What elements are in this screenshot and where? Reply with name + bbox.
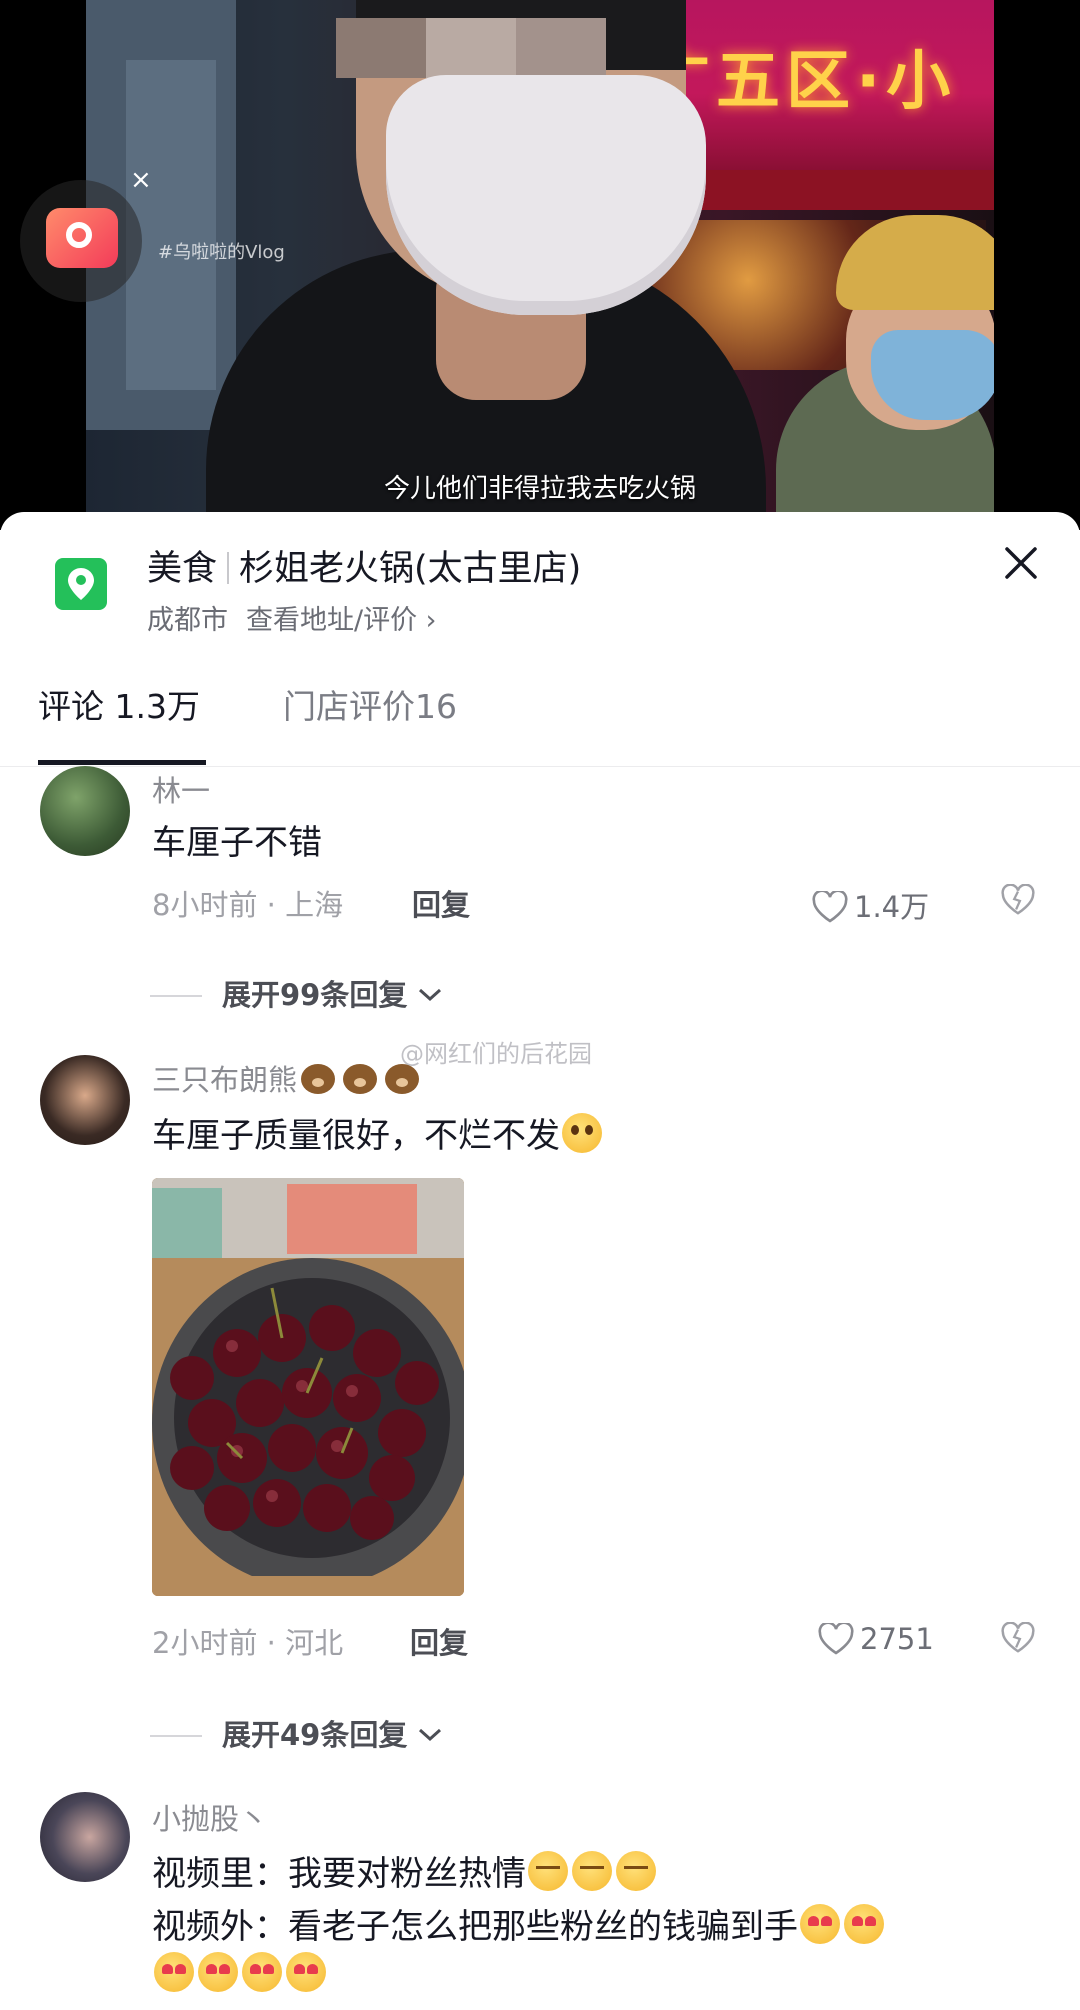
like-count: 1.4万	[854, 890, 930, 924]
comment-text-line	[152, 1952, 328, 1995]
video-subtitle: 今儿他们非得拉我去吃火锅	[383, 474, 696, 504]
comment-username[interactable]: 三只布朗熊	[152, 1057, 423, 1099]
expand-divider	[150, 995, 202, 997]
chevron-down-icon	[419, 988, 442, 1002]
broken-heart-icon[interactable]	[1001, 883, 1035, 920]
comment-text-body: 视频里：我要对粉丝热情	[152, 1854, 526, 1894]
comment-image-cherries[interactable]	[152, 1178, 464, 1596]
comment-text: 车厘子不错	[152, 823, 322, 863]
tab-comments[interactable]: 评论 1.3万	[38, 680, 200, 728]
smirking-face-emoji-icon	[572, 1851, 612, 1891]
poi-category: 美食	[147, 549, 218, 589]
comment-text-body: 车厘子质量很好，不烂不发	[152, 1116, 560, 1156]
bear-emoji-icon	[301, 1064, 336, 1094]
cherries-photo	[152, 1178, 464, 1596]
bear-emoji-icon	[385, 1064, 420, 1094]
face-mask	[386, 75, 706, 315]
tab-store-reviews[interactable]: 门店评价16	[283, 680, 457, 728]
avatar[interactable]	[40, 1055, 130, 1145]
heart-icon	[818, 1621, 854, 1655]
camera-music-icon[interactable]	[46, 208, 118, 268]
mosaic-blur	[516, 18, 606, 78]
poi-address-link[interactable]: 查看地址/评价 ›	[246, 605, 436, 636]
chevron-down-icon	[419, 1728, 442, 1742]
poi-city: 成都市	[147, 605, 228, 636]
heart-eyes-emoji-icon	[242, 1952, 282, 1992]
watermark: @网红们的后花园	[400, 1040, 592, 1068]
comment-text-line: 视频里：我要对粉丝热情	[152, 1846, 658, 1895]
expand-label: 展开99条回复	[222, 978, 408, 1012]
comment-text-line: 视频外：看老子怎么把那些粉丝的钱骗到手	[152, 1899, 886, 1948]
poi-name: 杉姐老火锅(太古里店)	[239, 549, 582, 589]
poi-subtitle[interactable]: 成都市 查看地址/评价 ›	[147, 598, 436, 637]
pleading-face-emoji-icon	[562, 1113, 602, 1153]
reply-button[interactable]: 回复	[410, 1620, 468, 1662]
like-count: 2751	[860, 1622, 934, 1656]
broken-heart-icon[interactable]	[1001, 1621, 1035, 1658]
reply-button[interactable]: 回复	[412, 882, 470, 924]
tab-active-indicator	[38, 760, 206, 765]
heart-eyes-emoji-icon	[800, 1904, 840, 1944]
smirking-face-emoji-icon	[616, 1851, 656, 1891]
smirking-face-emoji-icon	[528, 1851, 568, 1891]
expand-divider	[150, 1735, 202, 1737]
comment-time-location: 2小时前 · 河北	[152, 1626, 344, 1660]
comment-text: 车厘子质量很好，不烂不发	[152, 1108, 604, 1157]
mosaic-blur	[426, 18, 516, 78]
video-player[interactable]: 广五区·小 × #乌啦啦的Vlog 今儿他们非得拉我去吃火锅	[0, 0, 1080, 530]
tab-divider	[0, 766, 1080, 767]
close-music-icon[interactable]: ×	[130, 165, 152, 195]
location-pin-icon	[55, 558, 107, 610]
comment-username-text: 三只布朗熊	[152, 1063, 298, 1097]
comment-username[interactable]: 林一	[152, 768, 210, 810]
video-hashtag[interactable]: #乌啦啦的Vlog	[158, 238, 285, 264]
person2-mask	[871, 330, 994, 420]
heart-icon	[812, 889, 848, 923]
video-frame: 广五区·小	[86, 0, 994, 530]
heart-eyes-emoji-icon	[844, 1904, 884, 1944]
avatar[interactable]	[40, 1792, 130, 1882]
like-button[interactable]: 2751	[818, 1621, 934, 1656]
heart-eyes-emoji-icon	[198, 1952, 238, 1992]
heart-eyes-emoji-icon	[286, 1952, 326, 1992]
poi-separator	[227, 552, 230, 584]
expand-label: 展开49条回复	[222, 1718, 408, 1752]
heart-eyes-emoji-icon	[154, 1952, 194, 1992]
avatar[interactable]	[40, 766, 130, 856]
bear-emoji-icon	[343, 1064, 378, 1094]
poi-title[interactable]: 美食 杉姐老火锅(太古里店)	[147, 540, 581, 591]
comment-text-body: 视频外：看老子怎么把那些粉丝的钱骗到手	[152, 1907, 798, 1947]
close-icon[interactable]	[1003, 545, 1039, 581]
comment-username[interactable]: 小抛股丶	[152, 1796, 268, 1838]
expand-replies-button[interactable]: 展开49条回复	[150, 1712, 443, 1754]
mosaic-blur	[336, 18, 426, 78]
comment-time-location: 8小时前 · 上海	[152, 888, 344, 922]
like-button[interactable]: 1.4万	[812, 884, 929, 926]
expand-replies-button[interactable]: 展开99条回复	[150, 972, 443, 1014]
